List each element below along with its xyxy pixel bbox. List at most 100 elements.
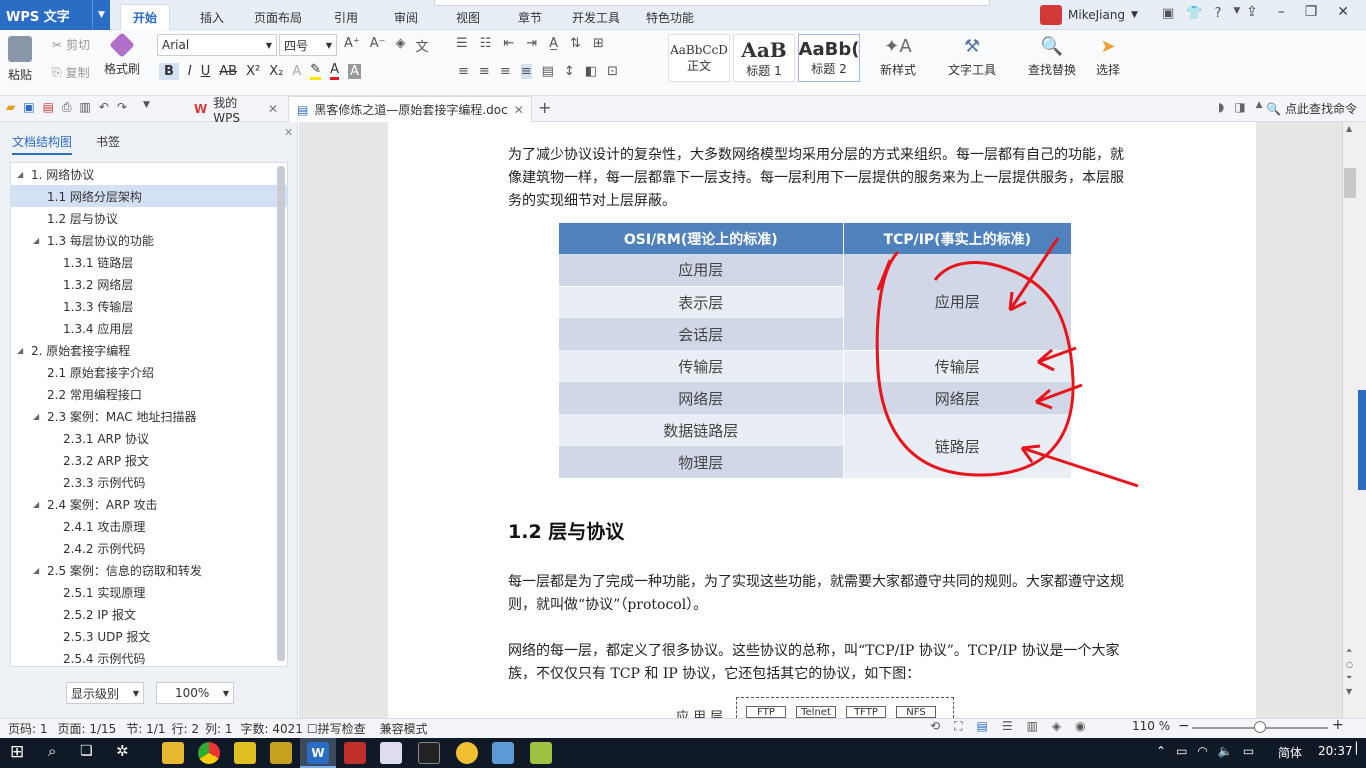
preview-icon[interactable]: ▥ [80, 100, 91, 115]
settings-dropdown-icon[interactable]: ▼ [1233, 6, 1240, 21]
tab-document[interactable]: ▤ 黑客修炼之道—原始套接字编程.doc ✕ [288, 96, 532, 122]
find-command-box[interactable]: 🔍 点此查找命令 [1266, 100, 1357, 117]
outline-item[interactable]: 1.2 层与协议 [11, 207, 287, 229]
distributed-icon[interactable]: ▤ [542, 64, 554, 79]
expand-toggle-icon[interactable]: ◢ [33, 566, 47, 575]
status-zoom[interactable]: 110 % [1132, 719, 1170, 733]
pinyin-icon[interactable]: 文 [416, 36, 429, 55]
fullscreen-icon[interactable]: ⛶ [954, 719, 962, 734]
app-icon[interactable] [456, 742, 478, 764]
outline-item[interactable]: ◢ 2.3 案例：MAC 地址扫描器 [11, 405, 287, 427]
outline-item[interactable]: ◢ 2.5 案例：信息的窃取和转发 [11, 559, 287, 581]
outline-item[interactable]: 2.2 常用编程接口 [11, 383, 287, 405]
tab-bookmark[interactable]: 书签 [96, 133, 120, 150]
paragraph[interactable]: 每一层都是为了完成一种功能，为了实现这些功能，就需要大家都遵守共同的规则。大家都… [508, 571, 1128, 617]
undo-icon[interactable]: ↶ [99, 100, 109, 115]
open-icon[interactable]: ▰ [6, 100, 15, 115]
terminal-icon[interactable] [418, 742, 440, 764]
outline-view-icon[interactable]: ☰ [1002, 719, 1013, 734]
outline-item[interactable]: ◢ 2. 原始套接字编程 [11, 339, 287, 361]
style-body[interactable]: AaBbCcD 正文 [668, 34, 730, 82]
message-icon[interactable]: ▭ [1243, 744, 1254, 758]
grow-font-icon[interactable]: A⁺ [344, 36, 360, 55]
section-heading[interactable]: 1.2 层与协议 [508, 517, 624, 544]
help-icon[interactable]: ? [1214, 6, 1221, 21]
minimize-icon[interactable]: – [1278, 4, 1285, 20]
expand-toggle-icon[interactable]: ◢ [33, 236, 47, 245]
menu-tab[interactable]: 插入 [188, 4, 236, 30]
line-spacing-icon[interactable]: ↕ [564, 64, 575, 79]
menu-tab[interactable]: 引用 [322, 4, 370, 30]
nav-zoom-select[interactable]: 100% ▼ [156, 682, 234, 704]
input-language[interactable]: 简体 [1278, 744, 1302, 761]
outline-item[interactable]: ◢ 1.3 每层协议的功能 [11, 229, 287, 251]
battery-icon[interactable]: ▭ [1176, 744, 1187, 758]
expand-toggle-icon[interactable]: ◢ [33, 500, 47, 509]
expand-toggle-icon[interactable]: ◢ [17, 346, 31, 355]
shading-icon[interactable]: ◧ [585, 64, 597, 79]
increase-indent-icon[interactable]: ⇥ [526, 36, 537, 51]
font-color-icon[interactable]: A [330, 62, 340, 80]
share-icon[interactable]: ◗ [1218, 100, 1224, 114]
user-area[interactable]: MikeJiang ▼ [1040, 4, 1138, 26]
next-page-icon[interactable]: ⏷ [1346, 673, 1353, 683]
notepad-icon[interactable] [530, 742, 552, 764]
status-spell[interactable]: 拼写检查 [318, 720, 366, 737]
outline-item[interactable]: 2.3.3 示例代码 [11, 471, 287, 493]
windows-start-icon[interactable]: ⊞ [10, 742, 24, 762]
app-icon[interactable] [492, 742, 514, 764]
format-painter-button[interactable]: 格式刷 [104, 32, 140, 77]
outline-item[interactable]: 2.5.4 示例代码 [11, 647, 287, 666]
upload-icon[interactable]: ⇪ [1246, 4, 1258, 20]
underline-button[interactable]: U [201, 64, 211, 79]
redo-icon[interactable]: ↷ [117, 100, 127, 115]
outline-item[interactable]: 1.3.2 网络层 [11, 273, 287, 295]
scroll-thumb[interactable] [1344, 168, 1356, 198]
app-icon[interactable] [270, 742, 292, 764]
notification-icon[interactable]: ▏ [1356, 742, 1364, 755]
expand-toggle-icon[interactable]: ◢ [33, 412, 47, 421]
chrome-icon[interactable] [198, 742, 220, 764]
skin-icon[interactable]: ▣ [1162, 6, 1174, 21]
outline-item[interactable]: ◢ 2.4 案例：ARP 攻击 [11, 493, 287, 515]
paste-button[interactable]: 粘贴 [8, 36, 32, 83]
chevron-down-icon[interactable]: ▼ [1131, 10, 1138, 20]
clock[interactable]: 20:37 [1318, 744, 1353, 758]
app-icon[interactable] [380, 742, 402, 764]
menu-tab[interactable]: 视图 [444, 4, 492, 30]
status-words[interactable]: 字数: 4021 [240, 720, 302, 737]
close-icon[interactable]: ✕ [268, 102, 278, 116]
history-icon[interactable]: ⟲ [930, 719, 940, 734]
restore-icon[interactable]: ❐ [1305, 4, 1318, 20]
align-center-icon[interactable]: ≡ [479, 64, 490, 79]
outline-scrollbar[interactable] [277, 166, 285, 661]
outline-item[interactable]: 2.5.2 IP 报文 [11, 603, 287, 625]
clear-format-icon[interactable]: ◈ [396, 36, 406, 55]
font-size-select[interactable]: 四号 ▼ [279, 34, 337, 56]
outline-item[interactable]: 1.3.4 应用层 [11, 317, 287, 339]
side-panel-toggle[interactable] [1358, 390, 1366, 490]
volume-icon[interactable]: 🔈 [1218, 744, 1233, 758]
shrink-font-icon[interactable]: A⁻ [370, 36, 386, 55]
read-view-icon[interactable]: ▥ [1027, 719, 1038, 734]
chinese-layout-icon[interactable]: A̲ [549, 36, 558, 51]
decrease-indent-icon[interactable]: ⇤ [503, 36, 514, 51]
superscript-icon[interactable]: X² [246, 64, 260, 79]
user-name[interactable]: MikeJiang [1068, 8, 1125, 22]
chevron-down-icon[interactable]: ▲ [1256, 100, 1263, 114]
menu-tab[interactable]: 章节 [506, 4, 554, 30]
table-border-icon[interactable]: ⊞ [593, 36, 604, 51]
char-shading-icon[interactable]: A [348, 63, 361, 79]
tab-my-wps[interactable]: W 我的WPS ✕ [186, 96, 286, 125]
copy-button[interactable]: ⎘ 复制 [52, 64, 90, 81]
pinwheel-icon[interactable]: ✲ [116, 742, 129, 760]
menu-tab[interactable]: 开始 [120, 4, 171, 30]
style-heading1[interactable]: AaB 标题 1 [733, 34, 795, 82]
zoom-out-icon[interactable]: − [1178, 718, 1190, 734]
text-effect-icon[interactable]: A [292, 64, 301, 79]
align-left-icon[interactable]: ≡ [458, 64, 469, 79]
task-view-icon[interactable]: ❏ [80, 743, 93, 759]
app-icon[interactable] [344, 742, 366, 764]
eye-icon[interactable]: ◉ [1075, 719, 1085, 734]
menu-tab[interactable]: 特色功能 [634, 4, 706, 30]
